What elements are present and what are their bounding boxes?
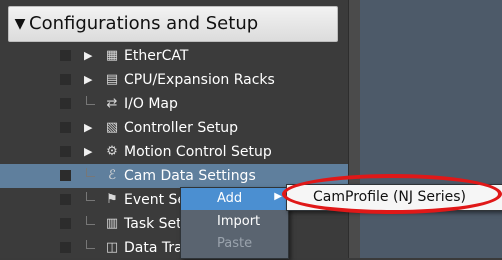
- tree-item-task-settings[interactable]: ▥ Task Settir: [0, 212, 348, 236]
- io-map-icon: ⇄: [106, 96, 118, 111]
- edit-pane: [360, 0, 502, 258]
- annotation-highlight-ring: [282, 174, 502, 214]
- status-marker: [60, 170, 71, 181]
- tree-item-data-trace[interactable]: ◫ Data Trace: [0, 236, 348, 260]
- tree-connector: [86, 240, 95, 249]
- tree-connector: [86, 216, 95, 225]
- context-menu: Add ▶ Import Paste: [180, 187, 289, 259]
- status-marker: [60, 50, 71, 61]
- tree-item-controller-setup[interactable]: ▶ ▧ Controller Setup: [0, 116, 348, 140]
- submenu-arrow-icon: ▶: [274, 191, 282, 202]
- section-title: Configurations and Setup: [29, 13, 259, 34]
- cam-icon: ℰ: [108, 168, 116, 183]
- task-icon: ▥: [105, 216, 119, 231]
- flag-icon: ⚑: [106, 192, 118, 207]
- tree-item-label: Motion Control Setup: [124, 144, 272, 160]
- status-marker: [60, 74, 71, 85]
- menu-item-import[interactable]: Import: [181, 211, 288, 233]
- tree-item-ethercat[interactable]: ▶ ▦ EtherCAT: [0, 44, 348, 68]
- tree-item-label: I/O Map: [124, 96, 178, 112]
- expand-arrow-icon[interactable]: ▶: [84, 145, 96, 158]
- status-marker: [60, 194, 71, 205]
- status-marker: [60, 218, 71, 229]
- expand-arrow-icon[interactable]: ▶: [84, 121, 96, 134]
- expand-arrow-icon[interactable]: ▶: [84, 73, 96, 86]
- status-marker: [60, 242, 71, 253]
- menu-item-add[interactable]: Add ▶: [181, 188, 288, 210]
- tree-item-label: Controller Setup: [124, 120, 239, 136]
- menu-item-paste: Paste: [181, 233, 288, 255]
- tree-connector: [86, 168, 95, 177]
- status-marker: [60, 146, 71, 157]
- tree-item-motion-control-setup[interactable]: ▶ ⚙ Motion Control Setup: [0, 140, 348, 164]
- controller-icon: ▧: [105, 120, 119, 135]
- status-marker: [60, 98, 71, 109]
- tree-connector: [86, 96, 95, 105]
- tree-item-cpu-expansion-racks[interactable]: ▶ ▤ CPU/Expansion Racks: [0, 68, 348, 92]
- tree-item-label: CPU/Expansion Racks: [124, 72, 275, 88]
- menu-item-label: Add: [217, 191, 243, 206]
- ethercat-icon: ▦: [105, 48, 119, 63]
- tree-connector: [86, 192, 95, 201]
- trace-icon: ◫: [105, 240, 119, 255]
- triangle-down-icon: ▼: [14, 16, 26, 32]
- tree-item-label: Cam Data Settings: [124, 168, 256, 184]
- expand-arrow-icon[interactable]: ▶: [84, 49, 96, 62]
- configuration-tree: ▶ ▦ EtherCAT ▶ ▤ CPU/Expansion Racks ⇄ I…: [0, 44, 348, 260]
- tree-item-label: EtherCAT: [124, 48, 189, 64]
- rack-icon: ▤: [105, 72, 119, 87]
- tree-item-io-map[interactable]: ⇄ I/O Map: [0, 92, 348, 116]
- menu-item-label: Paste: [217, 236, 253, 251]
- menu-item-label: Import: [217, 214, 261, 229]
- section-configurations-and-setup[interactable]: ▼ Configurations and Setup: [8, 6, 338, 42]
- gear-icon: ⚙: [106, 144, 118, 159]
- status-marker: [60, 122, 71, 133]
